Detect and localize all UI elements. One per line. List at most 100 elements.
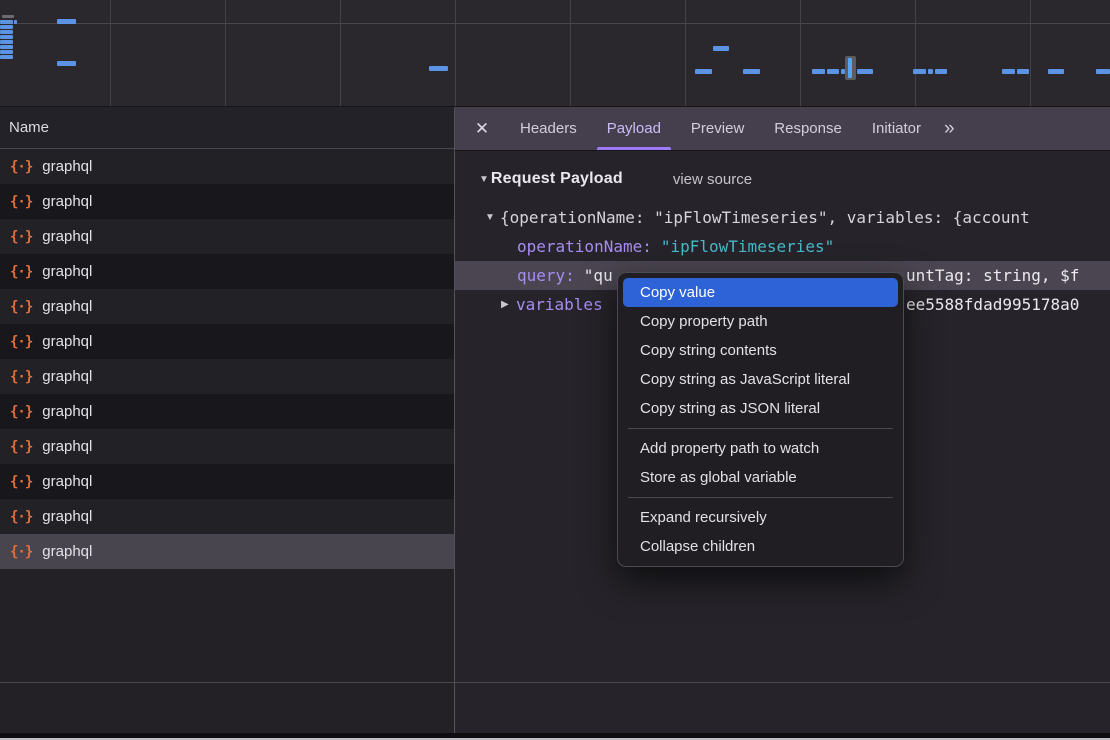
json-request-icon: {·}	[10, 229, 32, 245]
tab-initiator[interactable]: Initiator	[857, 107, 936, 150]
devtools-network-window: Name {·}graphql{·}graphql{·}graphql{·}gr…	[0, 0, 1110, 740]
json-key: query:	[517, 266, 575, 285]
request-name: graphql	[42, 298, 92, 315]
json-request-icon: {·}	[10, 509, 32, 525]
tab-payload[interactable]: Payload	[592, 107, 676, 150]
request-row[interactable]: {·} graphql	[0, 184, 454, 219]
footer-divider	[0, 682, 1110, 683]
request-row[interactable]: {·}graphql	[0, 534, 454, 569]
overflow-tabs-icon[interactable]: »	[944, 118, 955, 140]
waterfall-bar	[0, 40, 13, 44]
overview-gridline	[455, 0, 456, 106]
waterfall-bar	[57, 61, 76, 66]
menu-item-copy-string-as-json-literal[interactable]: Copy string as JSON literal	[618, 394, 903, 423]
overview-row-divider	[0, 23, 1110, 24]
request-name: graphql	[42, 403, 92, 420]
context-menu: Copy valueCopy property pathCopy string …	[617, 272, 904, 567]
waterfall-bar	[1048, 69, 1064, 74]
json-request-icon: {·}	[10, 404, 32, 420]
menu-item-copy-string-contents[interactable]: Copy string contents	[618, 336, 903, 365]
tab-headers[interactable]: Headers	[505, 107, 592, 150]
waterfall-bar	[0, 50, 13, 54]
menu-item-add-property-path-to-watch[interactable]: Add property path to watch	[618, 434, 903, 463]
waterfall-bar	[0, 35, 13, 39]
view-source-link[interactable]: view source	[673, 171, 752, 188]
tab-preview[interactable]: Preview	[676, 107, 759, 150]
request-row[interactable]: {·} graphql	[0, 219, 454, 254]
request-name: graphql	[42, 193, 92, 210]
json-request-icon: {·}	[10, 299, 32, 315]
menu-divider	[628, 497, 893, 498]
waterfall-bar	[14, 20, 17, 24]
overview-gridline	[1030, 0, 1031, 106]
overview-gridline	[915, 0, 916, 106]
tab-response[interactable]: Response	[759, 107, 857, 150]
request-row[interactable]: {·} graphql	[0, 289, 454, 324]
request-name: graphql	[42, 508, 92, 525]
waterfall-bar	[1096, 69, 1110, 74]
waterfall-bar	[812, 69, 825, 74]
overview-gridline	[225, 0, 226, 106]
json-request-icon: {·}	[10, 474, 32, 490]
request-row[interactable]: {·}graphql	[0, 149, 454, 184]
waterfall-bar	[2, 15, 14, 18]
waterfall-bar	[0, 45, 13, 49]
json-string-value: "ipFlowTimeseries"	[661, 237, 834, 256]
overview-gridline	[340, 0, 341, 106]
menu-item-copy-value[interactable]: Copy value	[623, 278, 898, 307]
request-name: graphql	[42, 473, 92, 490]
request-row[interactable]: {·}graphql	[0, 254, 454, 289]
variables-value-tail: ee5588fdad995178a0	[906, 295, 1079, 314]
menu-item-collapse-children[interactable]: Collapse children	[618, 532, 903, 561]
name-column-header[interactable]: Name	[0, 107, 454, 149]
overview-gridline	[685, 0, 686, 106]
section-collapse-icon[interactable]: ▼	[479, 174, 489, 185]
menu-item-copy-string-as-javascript-literal[interactable]: Copy string as JavaScript literal	[618, 365, 903, 394]
waterfall-bar	[1017, 69, 1029, 74]
request-name: graphql	[42, 263, 92, 280]
waterfall-bar	[713, 46, 729, 51]
collapsed-triangle-icon[interactable]: ▶	[501, 299, 516, 310]
requests-list: {·} graphql {·} graphql {·} graphql {·} graphql…	[0, 149, 454, 569]
expanded-triangle-icon[interactable]: ▼	[485, 212, 500, 223]
operation-name-row[interactable]: operationName: "ipFlowTimeseries"	[455, 232, 1110, 261]
request-row[interactable]: {·} graphql	[0, 359, 454, 394]
waterfall-bar	[0, 30, 13, 34]
window-bottom-edge	[0, 733, 1110, 740]
request-row[interactable]: {·} graphql	[0, 394, 454, 429]
waterfall-bar	[0, 25, 13, 29]
json-request-icon: {·}	[10, 369, 32, 385]
overview-gridline	[110, 0, 111, 106]
menu-item-copy-property-path[interactable]: Copy property path	[618, 307, 903, 336]
network-overview-waterfall[interactable]	[0, 0, 1110, 108]
name-column-label: Name	[9, 119, 49, 136]
waterfall-bar	[57, 19, 76, 24]
json-request-icon: {·}	[10, 544, 32, 560]
request-name: graphql	[42, 438, 92, 455]
menu-divider	[628, 428, 893, 429]
waterfall-bar	[743, 69, 760, 74]
waterfall-bar	[0, 20, 13, 24]
request-name: graphql	[42, 368, 92, 385]
close-icon[interactable]: ✕	[469, 119, 495, 139]
waterfall-bar	[928, 69, 933, 74]
overview-selection-tick	[848, 58, 852, 78]
menu-item-expand-recursively[interactable]: Expand recursively	[618, 503, 903, 532]
json-request-icon: {·}	[10, 194, 32, 210]
section-title: Request Payload	[491, 170, 623, 188]
payload-root-row[interactable]: ▼ {operationName: "ipFlowTimeseries", va…	[455, 203, 1110, 232]
request-row[interactable]: {·} graphql	[0, 499, 454, 534]
request-row[interactable]: {·} graphql	[0, 464, 454, 499]
waterfall-bar	[0, 55, 13, 59]
request-name: graphql	[42, 158, 92, 175]
request-row[interactable]: {·}graphql	[0, 429, 454, 464]
overview-gridline	[570, 0, 571, 106]
request-name: graphql	[42, 228, 92, 245]
menu-item-store-as-global-variable[interactable]: Store as global variable	[618, 463, 903, 492]
overview-gridline	[800, 0, 801, 106]
waterfall-bar	[913, 69, 926, 74]
query-value-prefix: "qu	[584, 266, 613, 285]
waterfall-bar	[1002, 69, 1015, 74]
detail-tabbar: ✕ HeadersPayloadPreviewResponseInitiator…	[455, 107, 1110, 151]
request-row[interactable]: {·}graphql	[0, 324, 454, 359]
